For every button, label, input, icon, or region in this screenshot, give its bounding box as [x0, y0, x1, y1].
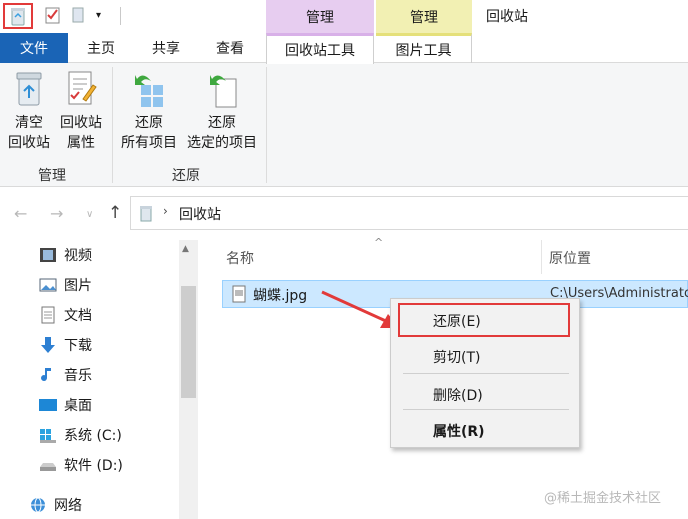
new-folder-icon[interactable] — [72, 6, 86, 26]
recycle-bin-icon[interactable] — [3, 3, 33, 29]
restore-all-icon — [135, 75, 163, 107]
titlebar-divider — [120, 7, 121, 25]
quick-access-dropdown-icon[interactable]: ▾ — [96, 6, 108, 26]
menu-item-delete[interactable]: 删除(D) — [433, 385, 483, 405]
address-bar[interactable]: › 回收站 — [130, 196, 688, 230]
column-header-name[interactable]: 名称 — [226, 248, 254, 268]
restore-selected-label-1: 还原 — [208, 115, 236, 131]
restore-all-label-2: 所有项目 — [121, 135, 177, 151]
nav-scrollbar-thumb[interactable] — [181, 286, 196, 398]
address-bar-area: ← → ∨ ↑ › 回收站 — [0, 188, 688, 240]
tab-view[interactable]: 查看 — [200, 33, 260, 63]
context-header-manage-recycle: 管理 — [266, 0, 374, 33]
context-header-manage-picture: 管理 — [376, 0, 472, 33]
tab-recycle-bin-tools[interactable]: 回收站工具 — [266, 33, 374, 64]
empty-label-1: 清空 — [15, 115, 43, 131]
drive-icon — [40, 463, 56, 471]
group-label-restore: 还原 — [172, 168, 200, 184]
navigation-pane: 视频 图片 文档 下载 音乐 桌面 系统 (C:) 软件 (D:) 网络 ▲ — [0, 240, 200, 519]
image-file-icon — [232, 285, 246, 303]
recycle-bin-icon — [16, 72, 42, 106]
restore-all-items-button[interactable]: 还原 所有项目 — [118, 69, 180, 153]
restore-highlight-box — [398, 303, 570, 337]
group-label-manage: 管理 — [38, 168, 66, 184]
watermark: @稀土掘金技术社区 — [544, 491, 662, 506]
nav-item-software-drive[interactable]: 软件 (D:) — [38, 454, 123, 476]
ribbon-tabs: 文件 主页 共享 查看 回收站工具 图片工具 — [0, 33, 688, 64]
forward-arrow-icon[interactable]: → — [50, 204, 63, 223]
ribbon-group-divider — [266, 67, 267, 183]
nav-item-videos[interactable]: 视频 — [38, 244, 92, 266]
pictures-icon — [39, 278, 57, 292]
windows-drive-icon — [40, 429, 56, 443]
menu-item-cut[interactable]: 剪切(T) — [433, 347, 480, 367]
file-name: 蝴蝶.jpg — [253, 288, 308, 304]
sort-ascending-icon: ^ — [374, 236, 384, 249]
recycle-bin-icon — [140, 206, 152, 222]
recycle-bin-properties-button[interactable]: 回收站 属性 — [56, 69, 106, 153]
restore-all-label-1: 还原 — [135, 115, 163, 131]
menu-item-properties[interactable]: 属性(R) — [433, 421, 485, 441]
nav-item-downloads[interactable]: 下载 — [38, 334, 92, 356]
properties-document-icon — [68, 71, 97, 105]
ribbon-group-divider — [112, 67, 113, 183]
nav-item-documents[interactable]: 文档 — [38, 304, 92, 326]
window-title: 回收站 — [486, 9, 528, 25]
tab-home[interactable]: 主页 — [72, 33, 130, 63]
ribbon: 清空 回收站 回收站 属性 还原 所有项目 还原 选定的项目 管理 还原 — [0, 63, 688, 187]
column-header-original-location[interactable]: 原位置 — [549, 248, 591, 268]
nav-item-system-drive[interactable]: 系统 (C:) — [38, 424, 122, 446]
props-label-2: 属性 — [67, 135, 95, 151]
breadcrumb-recycle-bin[interactable]: 回收站 — [179, 204, 221, 224]
empty-label-2: 回收站 — [8, 135, 50, 151]
nav-item-music[interactable]: 音乐 — [38, 364, 92, 386]
restore-selected-items-button[interactable]: 还原 选定的项目 — [182, 69, 262, 153]
nav-item-network[interactable]: 网络 — [28, 494, 82, 516]
documents-icon — [41, 306, 55, 324]
music-note-icon — [41, 368, 51, 382]
recent-locations-chevron-icon[interactable]: ∨ — [86, 209, 93, 220]
tab-share[interactable]: 共享 — [136, 33, 196, 63]
scroll-up-arrow-icon[interactable]: ▲ — [182, 244, 189, 254]
download-arrow-icon — [41, 337, 55, 353]
menu-divider — [403, 409, 569, 410]
network-globe-icon — [31, 497, 45, 513]
tab-picture-tools[interactable]: 图片工具 — [376, 33, 472, 63]
props-label-1: 回收站 — [60, 115, 102, 131]
restore-selected-label-2: 选定的项目 — [187, 135, 257, 151]
desktop-icon — [39, 399, 57, 411]
title-bar: ▾ 管理 管理 回收站 — [0, 0, 688, 33]
breadcrumb-chevron-icon[interactable]: › — [163, 204, 168, 218]
properties-check-icon[interactable] — [45, 6, 63, 26]
nav-item-desktop[interactable]: 桌面 — [38, 394, 92, 416]
video-icon — [40, 248, 56, 262]
restore-selected-icon — [210, 75, 237, 108]
up-arrow-icon[interactable]: ↑ — [108, 203, 122, 223]
menu-divider — [403, 373, 569, 374]
column-divider[interactable] — [541, 240, 542, 274]
empty-recycle-bin-button[interactable]: 清空 回收站 — [6, 69, 52, 153]
tab-file[interactable]: 文件 — [0, 33, 68, 63]
nav-item-pictures[interactable]: 图片 — [38, 274, 92, 296]
back-arrow-icon[interactable]: ← — [14, 204, 27, 223]
